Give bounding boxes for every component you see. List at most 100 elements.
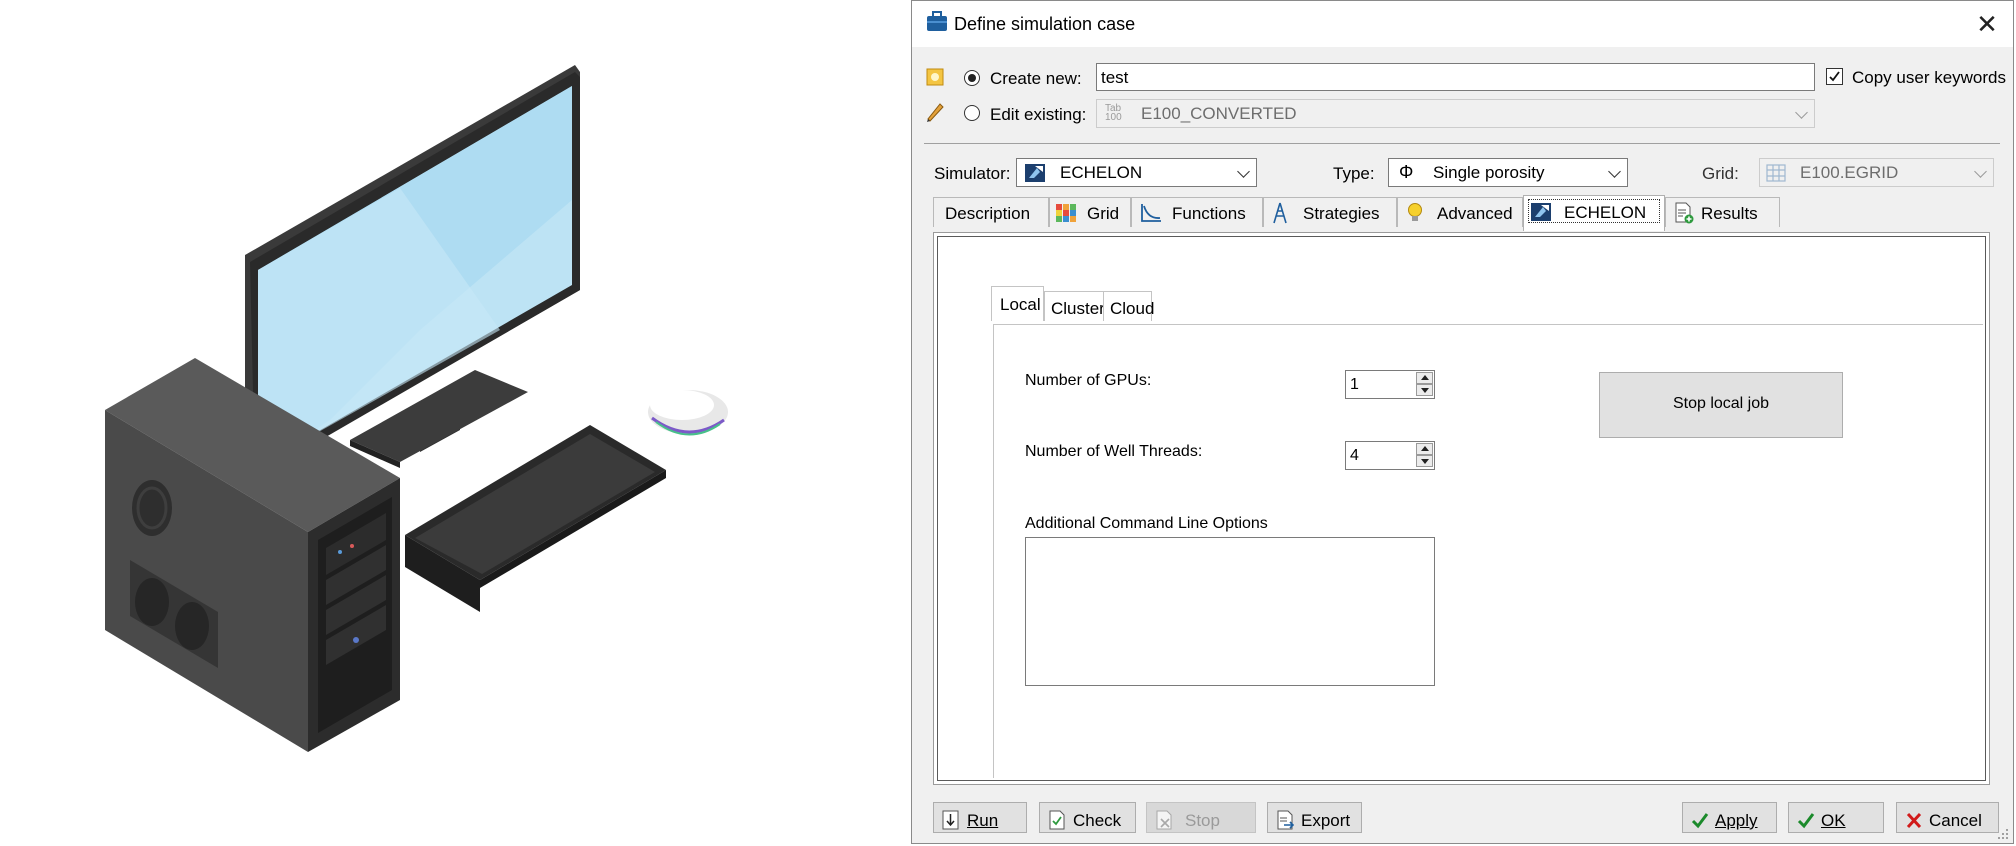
edit-existing-radio[interactable] <box>964 105 980 121</box>
tab-description-label: Description <box>945 204 1031 223</box>
dialog-title: Define simulation case <box>954 14 1136 34</box>
create-new-value: test <box>1101 68 1129 87</box>
cancel-label: Cancel <box>1929 811 1982 830</box>
well-threads-label: Number of Well Threads: <box>1025 443 1203 460</box>
subtab-cloud-label: Cloud <box>1110 299 1155 318</box>
grid-label: Grid: <box>1702 164 1739 183</box>
apply-label: Apply <box>1715 811 1758 830</box>
export-label: Export <box>1301 811 1351 830</box>
spin-down-button[interactable] <box>1416 455 1433 467</box>
copy-user-keywords-checkbox[interactable] <box>1826 68 1843 85</box>
grid-combo[interactable]: E100.EGRID <box>1759 158 1994 187</box>
tab-results[interactable]: Results <box>1665 197 1780 227</box>
type-label: Type: <box>1333 164 1375 183</box>
stop-local-job-label: Stop local job <box>1672 395 1770 412</box>
grid-color-icon <box>1056 204 1076 222</box>
chevron-down-icon <box>1974 165 1987 178</box>
tab-functions[interactable]: Functions <box>1131 197 1263 227</box>
subtab-cluster[interactable]: Cluster <box>1044 291 1105 321</box>
check-document-icon <box>1049 810 1065 830</box>
mouse <box>648 390 728 436</box>
subtab-cloud[interactable]: Cloud <box>1103 291 1155 321</box>
desktop-computer-illustration <box>105 65 728 752</box>
stop-document-icon <box>1156 810 1172 830</box>
chevron-down-icon <box>1608 165 1621 178</box>
checkmark-icon <box>1691 813 1709 829</box>
apply-button[interactable]: Apply <box>1682 802 1777 833</box>
close-icon[interactable]: ✕ <box>1972 9 2002 39</box>
spin-up-button[interactable] <box>1416 372 1433 384</box>
command-line-options-textarea[interactable] <box>1025 537 1435 686</box>
results-document-icon <box>1675 202 1694 224</box>
pencil-icon <box>927 103 944 122</box>
tab-results-label: Results <box>1701 204 1758 223</box>
grid-value: E100.EGRID <box>1800 163 1899 182</box>
gpus-value: 1 <box>1350 376 1359 393</box>
run-button[interactable]: Run <box>933 802 1027 833</box>
well-threads-value: 4 <box>1350 447 1359 464</box>
tab-strategies[interactable]: Strategies <box>1263 197 1397 227</box>
echelon-icon <box>1025 164 1045 182</box>
tab-strategies-label: Strategies <box>1303 204 1380 223</box>
cancel-button[interactable]: Cancel <box>1896 802 1999 833</box>
export-button[interactable]: Export <box>1267 802 1362 833</box>
edit-existing-label: Edit existing: <box>990 105 1087 124</box>
checkmark-icon <box>1797 813 1815 829</box>
well-tower-icon <box>1273 202 1287 224</box>
tab-grid-label: Grid <box>1087 204 1120 223</box>
export-document-icon <box>1277 810 1294 830</box>
function-curve-icon <box>1141 204 1161 222</box>
simulator-label: Simulator: <box>934 164 1011 183</box>
tab-advanced[interactable]: Advanced <box>1397 197 1523 227</box>
tab-description[interactable]: Description <box>933 197 1049 227</box>
spin-up-button[interactable] <box>1416 443 1433 455</box>
tab-echelon-label: ECHELON <box>1564 203 1647 222</box>
title-bar: Define simulation case ✕ <box>912 1 2013 47</box>
check-label: Check <box>1073 811 1122 830</box>
checkmark-icon <box>1829 71 1840 82</box>
command-line-options-label: Additional Command Line Options <box>1025 515 1268 532</box>
down-arrow-icon <box>1421 388 1429 393</box>
grid-icon <box>1766 164 1786 182</box>
stop-button[interactable]: Stop <box>1146 802 1256 833</box>
up-arrow-icon <box>1421 446 1429 451</box>
gpus-spinner[interactable]: 1 <box>1345 370 1435 399</box>
new-star-icon <box>926 68 944 86</box>
create-new-input[interactable]: test <box>1096 63 1815 91</box>
subtab-local[interactable]: Local <box>991 286 1044 321</box>
run-label: Run <box>967 811 999 830</box>
type-value: Single porosity <box>1433 163 1545 182</box>
well-threads-spinner[interactable]: 4 <box>1345 441 1435 470</box>
lightbulb-icon <box>1408 203 1422 221</box>
copy-user-keywords-label: Copy user keywords <box>1852 68 2007 87</box>
stop-local-job-button[interactable]: Stop local job <box>1599 372 1843 438</box>
chevron-down-icon <box>1237 165 1250 178</box>
ok-label: OK <box>1821 811 1846 830</box>
spin-down-button[interactable] <box>1416 384 1433 396</box>
keyboard <box>405 425 666 612</box>
tab-advanced-label: Advanced <box>1437 204 1513 223</box>
tab-grid[interactable]: Grid <box>1049 197 1131 227</box>
create-new-radio[interactable] <box>964 70 980 86</box>
tab-functions-label: Functions <box>1172 204 1246 223</box>
cancel-x-icon <box>1906 812 1922 829</box>
table-icon: Tab 100 <box>1105 103 1122 123</box>
create-new-label: Create new: <box>990 69 1082 88</box>
run-download-icon <box>942 810 959 830</box>
subtab-cluster-label: Cluster <box>1051 299 1105 318</box>
gpus-label: Number of GPUs: <box>1025 372 1152 389</box>
simulator-select[interactable]: ECHELON <box>1016 158 1257 187</box>
briefcase-icon <box>927 11 947 31</box>
ok-button[interactable]: OK <box>1788 802 1884 833</box>
edit-existing-combo[interactable]: Tab 100 E100_CONVERTED <box>1096 99 1815 128</box>
tab-echelon[interactable]: ECHELON <box>1523 195 1665 231</box>
check-button[interactable]: Check <box>1039 802 1136 833</box>
stop-label: Stop <box>1185 811 1220 830</box>
chevron-down-icon <box>1795 106 1808 119</box>
define-simulation-case-dialog: Define simulation case ✕ Create new: tes… <box>911 0 2014 844</box>
divider <box>924 143 2000 144</box>
phi-icon: Φ <box>1399 162 1414 182</box>
resize-grip-icon[interactable] <box>1996 827 2010 841</box>
type-select[interactable]: Φ Single porosity <box>1388 158 1628 187</box>
subtab-local-label: Local <box>1000 295 1041 314</box>
